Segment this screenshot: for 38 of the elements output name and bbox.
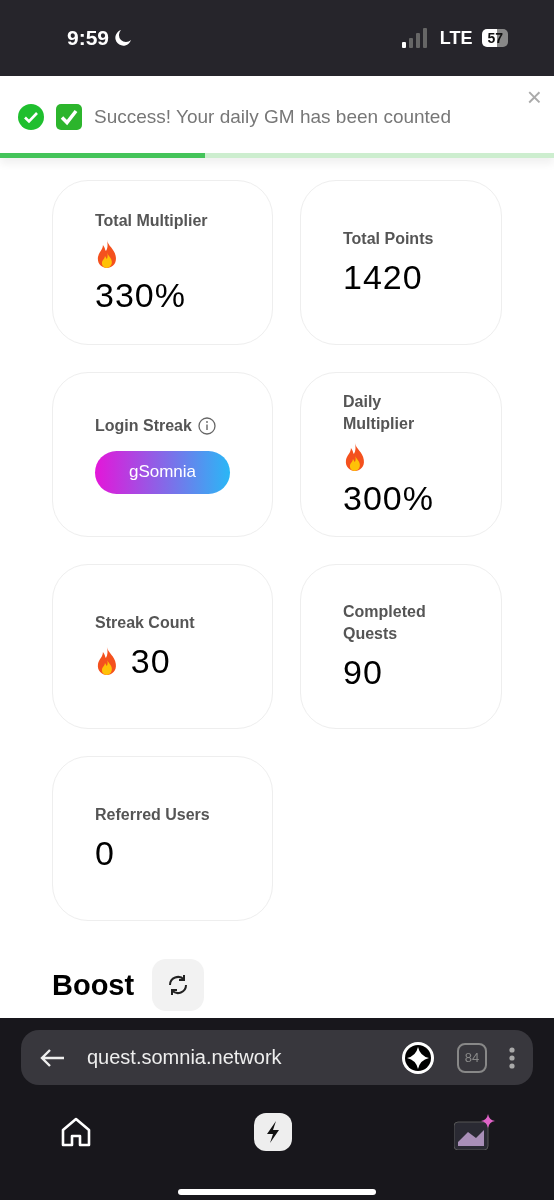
sparkle-icon[interactable] [401, 1040, 435, 1075]
stat-value: 1420 [343, 257, 424, 297]
stat-value: 300% [343, 478, 435, 518]
flame-icon [95, 239, 119, 268]
home-button[interactable] [60, 1117, 92, 1147]
stat-value: 30 [130, 641, 171, 681]
stat-label: Daily Multiplier [343, 392, 416, 434]
token-badge[interactable]: gSomnia [95, 450, 230, 494]
signal-icon [401, 28, 430, 48]
more-icon[interactable] [509, 1046, 515, 1069]
refresh-button[interactable] [152, 959, 205, 1011]
stat-label: Total Points [343, 229, 434, 250]
close-button[interactable]: × [526, 84, 542, 110]
status-time: 9:59 [67, 26, 110, 50]
lightning-button[interactable] [254, 1113, 292, 1151]
tab-count-button[interactable]: 84 [457, 1042, 487, 1073]
flame-icon [95, 647, 119, 676]
tabs-thumbnail-button[interactable] [454, 1114, 496, 1150]
stat-label: Login Streak [95, 416, 192, 437]
flame-icon [343, 442, 367, 471]
stat-label: Streak Count [95, 613, 195, 634]
back-arrow-icon[interactable] [39, 1047, 65, 1068]
network-label: LTE [439, 27, 473, 49]
stat-label: Referred Users [95, 805, 210, 826]
address-bar[interactable]: quest.somnia.network 84 [21, 1030, 533, 1085]
check-circle-icon [18, 104, 44, 130]
toast-message: Success! Your daily GM has been counted [94, 106, 451, 128]
info-icon[interactable] [197, 417, 216, 435]
url-text: quest.somnia.network [87, 1046, 283, 1069]
battery-indicator: 57 [482, 29, 508, 47]
stat-label: Total Multiplier [95, 211, 208, 232]
stat-value: 90 [343, 652, 384, 692]
stat-label: Completed Quests [343, 602, 427, 644]
stat-value: 330% [95, 275, 187, 315]
moon-icon [114, 29, 133, 47]
section-title: Boost [52, 968, 135, 1002]
check-box-icon [56, 104, 82, 130]
stat-value: 0 [95, 833, 116, 873]
